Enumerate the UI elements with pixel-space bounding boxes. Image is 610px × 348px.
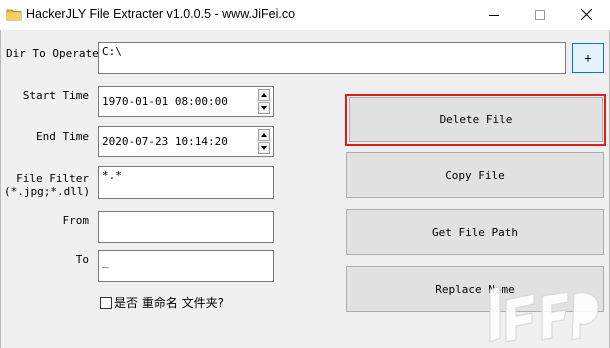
close-icon — [580, 9, 592, 20]
rename-folder-checkbox[interactable] — [100, 297, 112, 309]
start-time-input[interactable]: 1970-01-01 08:00:00 — [98, 86, 274, 117]
maximize-button[interactable] — [518, 0, 562, 29]
watermark-logo — [489, 285, 599, 343]
from-input[interactable] — [98, 211, 274, 243]
end-time-spin-up[interactable] — [258, 129, 270, 141]
file-filter-input[interactable]: *.* — [98, 166, 274, 199]
dir-label: Dir To Operate — [6, 47, 99, 60]
delete-file-button[interactable]: Delete File — [349, 97, 603, 142]
minimize-icon — [489, 14, 499, 16]
browse-dir-button[interactable]: + — [572, 43, 604, 73]
spin-down-icon — [261, 106, 267, 110]
start-time-label: Start Time — [22, 89, 89, 102]
file-filter-hint: (*.jpg;*.dll) — [4, 185, 91, 198]
start-time-spin-down[interactable] — [258, 102, 270, 114]
get-file-path-button[interactable]: Get File Path — [346, 209, 604, 255]
maximize-icon — [535, 9, 545, 20]
dir-input[interactable]: C:\ — [98, 42, 566, 74]
minimize-button[interactable] — [472, 0, 516, 29]
copy-file-button[interactable]: Copy File — [346, 152, 604, 198]
spin-up-icon — [261, 133, 267, 137]
file-filter-label: File Filter — [16, 172, 89, 185]
to-input[interactable]: _ — [98, 250, 274, 282]
app-folder-icon — [6, 9, 22, 21]
end-time-spin-down[interactable] — [258, 142, 270, 154]
end-time-label: End Time — [36, 130, 89, 143]
rename-folder-label: 是否 重命名 文件夹? — [114, 296, 224, 310]
spin-up-icon — [261, 93, 267, 97]
window-title: HackerJLY File Extracter v1.0.0.5 - www.… — [26, 7, 296, 21]
end-time-input[interactable]: 2020-07-23 10:14:20 — [98, 126, 274, 157]
start-time-spin-up[interactable] — [258, 89, 270, 101]
close-button[interactable] — [564, 0, 608, 29]
spin-down-icon — [261, 146, 267, 150]
window-frame-left — [0, 30, 1, 348]
from-label: From — [62, 214, 90, 227]
to-label: To — [75, 253, 89, 266]
